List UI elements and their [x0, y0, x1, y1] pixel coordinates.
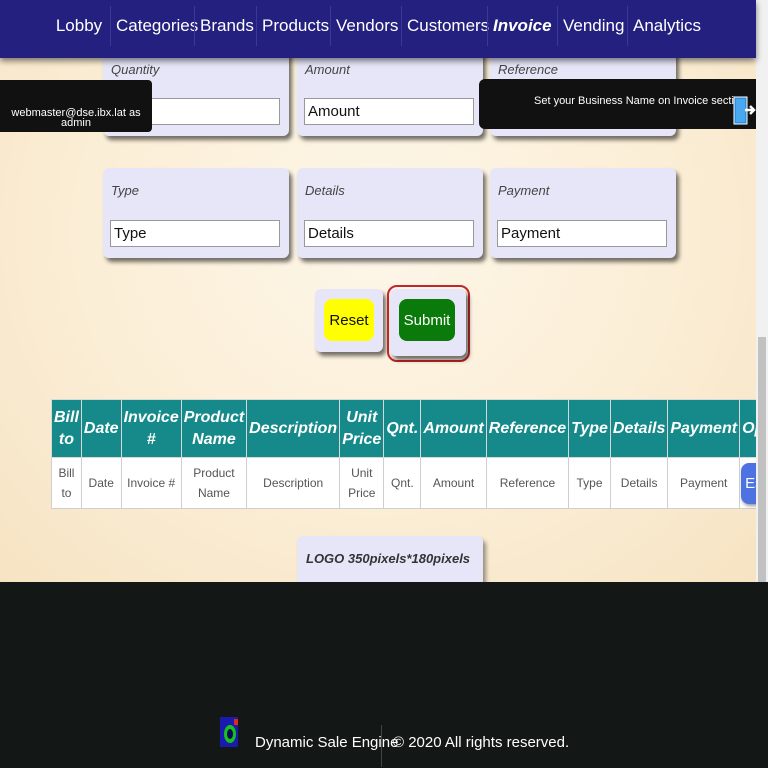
dse-logo-icon [220, 717, 238, 747]
user-role: admin [61, 117, 91, 129]
amount-label: Amount [305, 62, 350, 77]
table-row: Bill to Date Invoice # Product Name Descri… [51, 457, 768, 509]
col-bill-to: Bill to [51, 399, 82, 458]
col-unit-price: Unit Price [339, 399, 385, 458]
nav-separator [330, 6, 331, 46]
business-name-notice: Set your Business Name on Invoice sectio… [534, 95, 747, 107]
nav-vending[interactable]: Vending [563, 0, 624, 52]
col-reference: Reference [485, 399, 570, 458]
invoice-table: Bill to Date Invoice # Product Name Descrip… [51, 399, 768, 509]
scrollbar-thumb[interactable] [758, 337, 766, 587]
cell-product-name: Product Name [180, 457, 248, 509]
business-name-banner: Set your Business Name on Invoice sectio… [479, 79, 756, 129]
nav-customers[interactable]: Customers [407, 0, 489, 52]
nav-separator [256, 6, 257, 46]
cell-reference: Reference [485, 457, 570, 509]
col-amount: Amount [420, 399, 487, 458]
submit-button[interactable]: Submit [399, 299, 455, 341]
col-type: Type [568, 399, 611, 458]
col-description: Description [246, 399, 341, 458]
col-details: Details [609, 399, 669, 458]
nav-separator [557, 6, 558, 46]
nav-analytics[interactable]: Analytics [633, 0, 701, 52]
nav-separator [627, 6, 628, 46]
footer-brand: Dynamic Sale Engine [255, 734, 399, 751]
cell-date: Date [80, 457, 122, 509]
cell-bill-to: Bill to [51, 457, 82, 509]
nav-categories[interactable]: Categories [116, 0, 198, 52]
nav-separator [487, 6, 488, 46]
nav-brands[interactable]: Brands [200, 0, 254, 52]
type-input[interactable] [110, 220, 280, 247]
logo-size-label: LOGO 350pixels*180pixels [306, 551, 471, 566]
footer: Dynamic Sale Engine © 2020 All rights re… [0, 582, 768, 768]
cell-amount: Amount [420, 457, 487, 509]
reset-button[interactable]: Reset [324, 299, 374, 341]
col-product-name: Product Name [180, 399, 248, 458]
submit-button-box: Submit [390, 289, 466, 356]
details-input[interactable] [304, 220, 474, 247]
amount-input[interactable] [304, 98, 474, 125]
type-label: Type [111, 183, 139, 198]
nav-vendors[interactable]: Vendors [336, 0, 398, 52]
nav-separator [194, 6, 195, 46]
nav-separator [401, 6, 402, 46]
logout-door-icon[interactable] [733, 96, 757, 126]
col-payment: Payment [667, 399, 741, 458]
col-date: Date [80, 399, 122, 458]
col-invoice-no: Invoice # [120, 399, 182, 458]
footer-divider [381, 725, 382, 767]
payment-input[interactable] [497, 220, 667, 247]
cell-payment: Payment [667, 457, 741, 509]
details-label: Details [305, 183, 345, 198]
cell-description: Description [246, 457, 341, 509]
payment-card: Payment [490, 168, 676, 258]
details-card: Details [297, 168, 483, 258]
user-badge: webmaster@dse.ibx.lat as admin [0, 80, 152, 132]
footer-copyright: © 2020 All rights reserved. [393, 734, 570, 751]
cell-qnt: Qnt. [383, 457, 422, 509]
col-qnt: Qnt. [383, 399, 422, 458]
nav-lobby[interactable]: Lobby [54, 0, 104, 52]
cell-invoice-no: Invoice # [120, 457, 182, 509]
type-card: Type [103, 168, 289, 258]
table-header-row: Bill to Date Invoice # Product Name Descrip… [51, 399, 768, 458]
cell-type: Type [568, 457, 611, 509]
quantity-label: Quantity [111, 62, 160, 77]
nav-separator [110, 6, 111, 46]
nav-products[interactable]: Products [262, 0, 329, 52]
cell-details: Details [609, 457, 669, 509]
cell-unit-price: Unit Price [339, 457, 385, 509]
reset-button-box: Reset [315, 289, 383, 352]
reference-label: Reference [498, 62, 558, 77]
nav-invoice[interactable]: Invoice [493, 0, 552, 52]
top-navigation: Lobby Categories Brands Products Vendors… [0, 0, 756, 58]
payment-label: Payment [498, 183, 550, 198]
